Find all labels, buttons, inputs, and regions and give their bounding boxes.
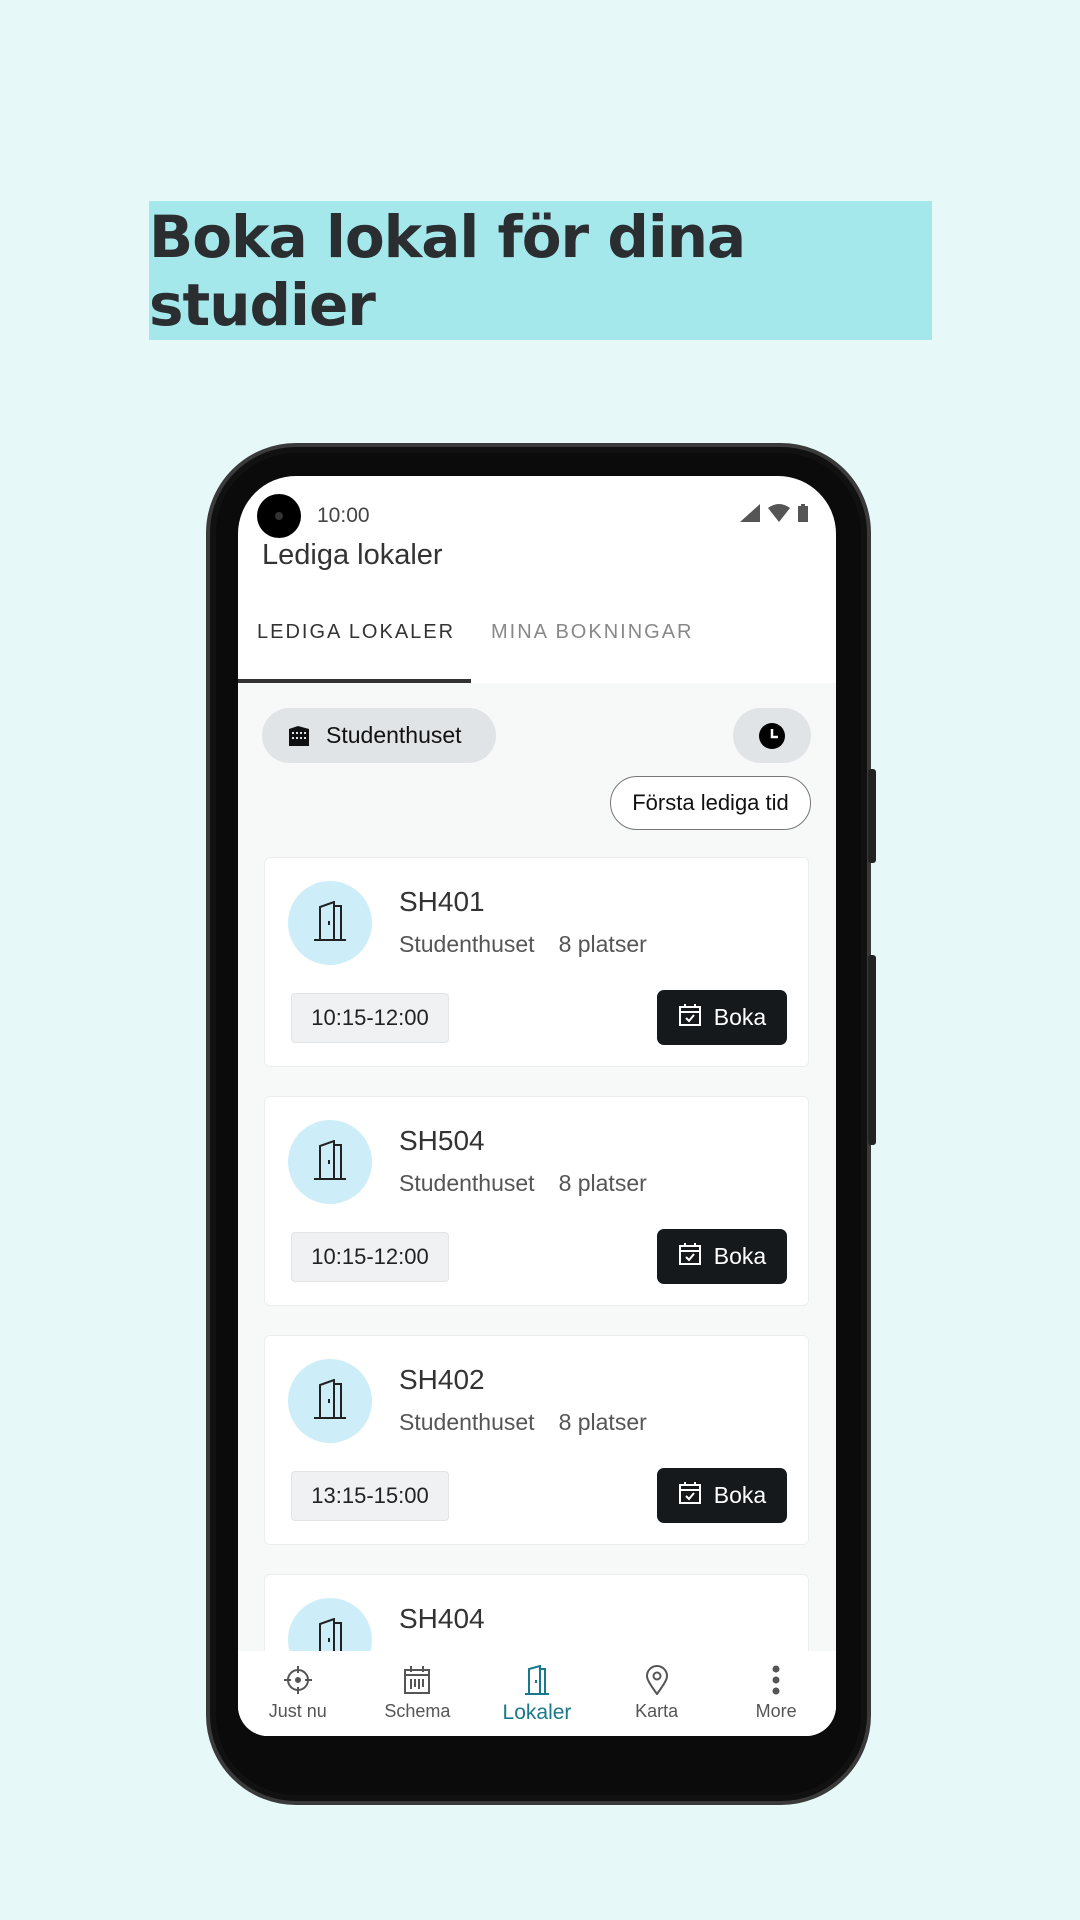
- nav-label: Just nu: [268, 1701, 327, 1721]
- nav-label: Schema: [384, 1701, 451, 1721]
- room-seats: 8 platser: [558, 1409, 647, 1435]
- time-slot: 10:15-12:00: [291, 1232, 449, 1282]
- nav-just-nu[interactable]: Just nu: [238, 1651, 358, 1736]
- door-icon: [312, 1139, 348, 1185]
- calendar-check-icon: [678, 1242, 702, 1272]
- door-icon: [524, 1665, 549, 1695]
- room-name: SH402: [399, 1364, 485, 1395]
- tab-lediga-lokaler[interactable]: LEDIGA LOKALER: [257, 621, 455, 644]
- book-button[interactable]: Boka: [657, 1229, 787, 1284]
- nav-label: More: [755, 1701, 797, 1721]
- room-details: Studenthuset 8 platser: [399, 1170, 647, 1197]
- wifi-icon: [768, 504, 790, 522]
- first-available-button[interactable]: Första lediga tid: [610, 776, 811, 830]
- banner-title: Boka lokal för dina studier: [149, 202, 746, 339]
- room-details: Studenthuset 8 platser: [399, 931, 647, 958]
- status-time: 10:00: [317, 504, 370, 527]
- room-name: SH401: [399, 886, 485, 917]
- promo-banner: Boka lokal för dina studier: [149, 201, 932, 340]
- room-card[interactable]: SH401 Studenthuset 8 platser 10:15-12:00 Bok…: [264, 857, 809, 1067]
- room-details: Studenthuset 8 platser: [399, 1409, 647, 1436]
- door-icon: [312, 1378, 348, 1424]
- clock-icon: [759, 722, 785, 749]
- status-icons: [740, 504, 808, 522]
- nav-label: Karta: [635, 1701, 679, 1721]
- nav-lokaler[interactable]: Lokaler: [477, 1651, 597, 1736]
- book-label: Boka: [713, 1004, 767, 1030]
- time-filter-button[interactable]: [733, 708, 811, 763]
- crosshair-icon: [283, 1666, 312, 1694]
- room-seats: 8 platser: [558, 1170, 647, 1196]
- room-card[interactable]: SH504 Studenthuset 8 platser 10:15-12:00 Bok…: [264, 1096, 809, 1306]
- map-pin-icon: [645, 1665, 668, 1695]
- building-filter-chip[interactable]: Studenthuset: [262, 708, 496, 763]
- page-title: Lediga lokaler: [262, 539, 443, 571]
- door-icon: [312, 900, 348, 946]
- room-seats: 8 platser: [558, 931, 647, 957]
- nav-more[interactable]: More: [716, 1651, 836, 1736]
- tab-bar: LEDIGA LOKALER MINA BOKNINGAR: [238, 621, 836, 683]
- bottom-nav: Just nu Schema Lokaler Karta More: [238, 1651, 836, 1736]
- book-button[interactable]: Boka: [657, 990, 787, 1045]
- room-icon-circle: [288, 1359, 372, 1443]
- room-building: Studenthuset: [399, 1409, 535, 1435]
- room-building: Studenthuset: [399, 931, 535, 957]
- building-icon: [289, 725, 309, 746]
- tab-mina-bokningar[interactable]: MINA BOKNINGAR: [491, 621, 693, 644]
- book-label: Boka: [713, 1482, 767, 1508]
- time-slot: 13:15-15:00: [291, 1471, 449, 1521]
- more-vertical-icon: [772, 1665, 780, 1695]
- app-screen: 10:00 Lediga lokaler LEDIGA LOKALER MINA…: [238, 476, 836, 1736]
- camera-icon: [257, 494, 301, 538]
- room-name: SH504: [399, 1125, 485, 1156]
- room-icon-circle: [288, 881, 372, 965]
- calendar-check-icon: [678, 1481, 702, 1511]
- nav-karta[interactable]: Karta: [597, 1651, 717, 1736]
- calendar-icon: [404, 1666, 431, 1694]
- room-building: Studenthuset: [399, 1170, 535, 1196]
- room-list-area: Studenthuset Första lediga tid SH401 Stud…: [238, 683, 836, 1736]
- book-label: Boka: [713, 1243, 767, 1269]
- book-button[interactable]: Boka: [657, 1468, 787, 1523]
- calendar-check-icon: [678, 1003, 702, 1033]
- nav-label: Lokaler: [502, 1701, 572, 1724]
- signal-icon: [740, 504, 760, 522]
- building-filter-label: Studenthuset: [326, 722, 462, 748]
- power-button: [868, 769, 876, 863]
- room-card[interactable]: SH402 Studenthuset 8 platser 13:15-15:00 Bok…: [264, 1335, 809, 1545]
- time-slot: 10:15-12:00: [291, 993, 449, 1043]
- battery-icon: [798, 504, 808, 522]
- nav-schema[interactable]: Schema: [358, 1651, 478, 1736]
- room-name: SH404: [399, 1603, 485, 1634]
- room-icon-circle: [288, 1120, 372, 1204]
- volume-button: [868, 955, 876, 1145]
